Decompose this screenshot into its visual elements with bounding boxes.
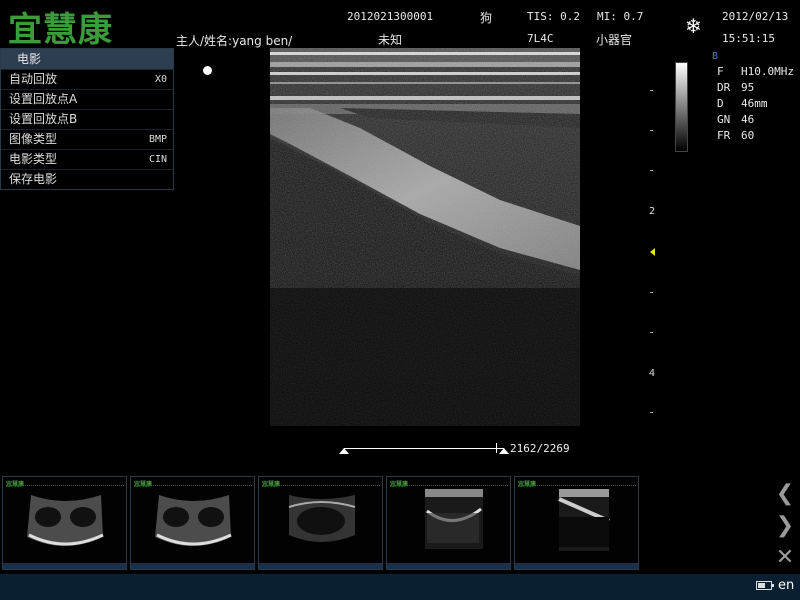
depth-label: 4 — [649, 368, 656, 379]
mi-value: MI: 0.7 — [597, 10, 644, 23]
menu-item-label: 保存电影 — [9, 172, 58, 186]
param-value: 95 — [741, 81, 755, 94]
chevron-left-icon[interactable]: ❮ — [770, 478, 800, 508]
menu-item-auto-replay[interactable]: 自动回放 X0 — [1, 69, 173, 89]
menu-item-label: 设置回放点A — [9, 92, 78, 106]
menu-item-set-point-b[interactable]: 设置回放点B — [1, 109, 173, 129]
imaging-parameters: F H10.0MHz DR 95 D 46mm GN 46 FR 60 — [717, 64, 794, 144]
thumbnail-strip: 宜慧康 宜慧康 宜慧康 宜慧康 宜慧康 — [0, 474, 770, 574]
param-value: 46 — [741, 113, 755, 126]
battery-icon — [756, 581, 774, 590]
thumbnail-header — [518, 485, 636, 489]
thumbnail-footer — [515, 563, 638, 569]
patient-sex: 未知 — [378, 33, 403, 47]
owner-name: 主人/姓名:yang ben/ — [176, 34, 293, 48]
param-key: GN — [717, 113, 731, 126]
menu-item-value: CIN — [148, 154, 167, 165]
cine-progress[interactable] — [338, 440, 516, 456]
thumbnail-header — [6, 485, 124, 489]
thumbnail[interactable]: 宜慧康 — [130, 476, 255, 570]
menu-item-value: X0 — [154, 74, 167, 85]
thumbnail[interactable]: 宜慧康 — [2, 476, 127, 570]
menu-item-image-type[interactable]: 图像类型 BMP — [1, 129, 173, 149]
depth-scale: 2 4 — [640, 60, 670, 430]
thumbnail-image — [27, 495, 104, 546]
brand-logo: 宜慧康 — [8, 10, 113, 50]
thumbnail-image — [155, 495, 232, 546]
thumbnail-header — [262, 485, 380, 489]
mode-label: B — [712, 51, 719, 62]
depth-tick — [650, 412, 653, 413]
thumbnail-image — [425, 489, 483, 549]
exam-preset: 小器官 — [596, 33, 633, 47]
close-icon[interactable]: ✕ — [770, 542, 800, 572]
top-info-bar: 宜慧康 2012021300001 狗 TIS: 0.2 MI: 0.7 201… — [0, 0, 800, 50]
param-key: D — [717, 97, 724, 110]
thumbnail-image — [288, 495, 356, 542]
cine-menu: 电影 自动回放 X0 设置回放点A 设置回放点B 图像类型 BMP 电影类型 C… — [0, 48, 174, 190]
thumbnail-header — [134, 485, 252, 489]
menu-item-label: 图像类型 — [9, 132, 58, 146]
language-indicator[interactable]: en — [778, 578, 794, 593]
thumbnail-header — [390, 485, 508, 489]
menu-item-label: 自动回放 — [9, 72, 58, 86]
ultrasound-image[interactable] — [270, 48, 580, 426]
battery-level — [758, 583, 766, 588]
depth-tick — [650, 90, 653, 91]
thumbnail[interactable]: 宜慧康 — [258, 476, 383, 570]
param-value: H10.0MHz — [741, 65, 794, 78]
param-row: DR 95 — [717, 80, 794, 96]
cine-end-marker-icon[interactable] — [499, 448, 509, 454]
param-row: FR 60 — [717, 128, 794, 144]
cine-position-cursor[interactable] — [496, 443, 498, 453]
param-row: GN 46 — [717, 112, 794, 128]
thumbnail-footer — [131, 563, 254, 569]
chevron-right-icon[interactable]: ❯ — [770, 510, 800, 540]
focus-marker-icon[interactable] — [650, 248, 655, 256]
thumbnail-image — [558, 489, 610, 551]
menu-item-label: 设置回放点B — [9, 112, 78, 126]
menu-item-value: BMP — [148, 134, 167, 145]
cine-frame-counter: 2162/2269 — [510, 442, 570, 455]
menu-item-set-point-a[interactable]: 设置回放点A — [1, 89, 173, 109]
grayscale-bar — [675, 62, 688, 152]
depth-tick — [650, 292, 653, 293]
cine-track — [344, 448, 504, 449]
thumbnail-footer — [259, 563, 382, 569]
status-bar — [0, 574, 800, 600]
depth-label: 2 — [649, 206, 656, 217]
param-key: F — [717, 65, 724, 78]
cine-menu-title: 电影 — [1, 49, 173, 69]
cine-start-marker-icon[interactable] — [339, 448, 349, 454]
thumbnail[interactable]: 宜慧康 — [386, 476, 511, 570]
depth-tick — [650, 130, 653, 131]
param-row: D 46mm — [717, 96, 794, 112]
param-value: 60 — [741, 129, 755, 142]
exam-id: 2012021300001 — [347, 10, 434, 23]
param-key: DR — [717, 81, 731, 94]
menu-item-save-cine[interactable]: 保存电影 — [1, 169, 173, 189]
tis-value: TIS: 0.2 — [527, 10, 580, 23]
snowflake-icon[interactable]: ❄ — [685, 14, 702, 38]
probe-model: 7L4C — [527, 32, 554, 45]
date: 2012/02/13 — [722, 10, 789, 23]
param-key: FR — [717, 129, 731, 142]
orientation-marker — [203, 66, 212, 75]
menu-item-cine-type[interactable]: 电影类型 CIN — [1, 149, 173, 169]
param-row: F H10.0MHz — [717, 64, 794, 80]
ultrasound-scan — [270, 48, 580, 426]
time: 15:51:15 — [722, 32, 775, 45]
depth-tick — [650, 332, 653, 333]
menu-item-label: 电影类型 — [9, 152, 58, 166]
species: 狗 — [480, 11, 493, 25]
param-value: 46mm — [741, 97, 768, 110]
thumbnail-footer — [3, 563, 126, 569]
thumbnail-footer — [387, 563, 510, 569]
depth-tick — [650, 170, 653, 171]
thumbnail[interactable]: 宜慧康 — [514, 476, 639, 570]
